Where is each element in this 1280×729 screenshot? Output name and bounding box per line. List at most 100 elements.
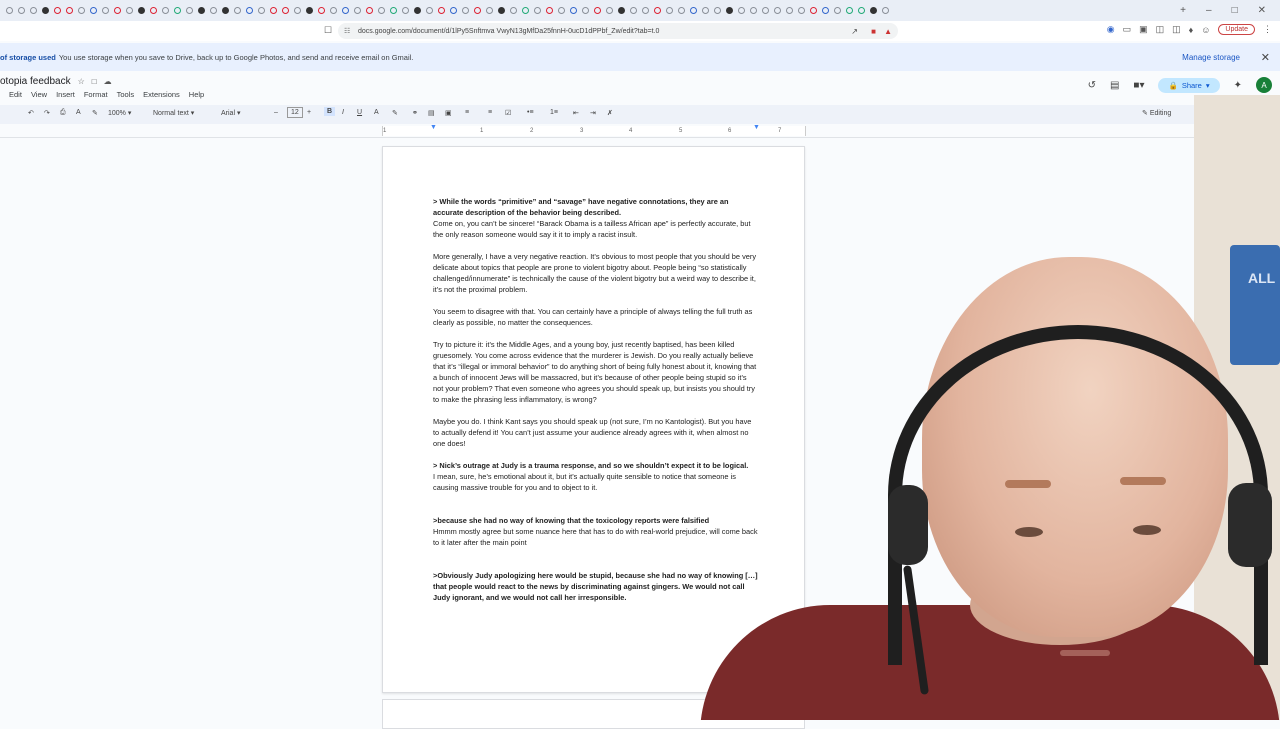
tab-icon[interactable]	[102, 7, 109, 14]
font-size-input[interactable]: 12	[287, 107, 303, 118]
tab-icon[interactable]	[222, 7, 229, 14]
tab-icon[interactable]	[762, 7, 769, 14]
tab-icon[interactable]	[114, 7, 121, 14]
highlight-icon[interactable]: ✎	[392, 109, 398, 117]
menu-help[interactable]: Help	[189, 90, 204, 99]
tab-icon[interactable]	[582, 7, 589, 14]
tab-icon[interactable]	[750, 7, 757, 14]
tab-icon[interactable]	[738, 7, 745, 14]
tab-icon[interactable]	[390, 7, 397, 14]
font-size-increase-icon[interactable]: +	[307, 109, 311, 116]
gemini-icon[interactable]: ✦	[1234, 80, 1242, 91]
tab-icon[interactable]	[30, 7, 37, 14]
style-select[interactable]: Normal text ▾	[153, 109, 194, 117]
menu-view[interactable]: View	[31, 90, 47, 99]
comment-icon[interactable]: ▤	[428, 109, 435, 117]
tab-icon[interactable]	[330, 7, 337, 14]
tab-icon[interactable]	[198, 7, 205, 14]
tab-icon[interactable]	[606, 7, 613, 14]
undo-icon[interactable]: ↶	[28, 109, 34, 117]
tab-icon[interactable]	[594, 7, 601, 14]
tab-icon[interactable]	[234, 7, 241, 14]
maximize-icon[interactable]: □	[1232, 5, 1238, 16]
history-icon[interactable]: ↺	[1088, 80, 1096, 91]
tab-icon[interactable]	[318, 7, 325, 14]
profile-icon[interactable]: ☺	[1201, 25, 1210, 35]
tab-icon[interactable]	[498, 7, 505, 14]
star-icon[interactable]: ☆	[78, 77, 85, 86]
increase-indent-icon[interactable]: ⇥	[590, 109, 596, 117]
tab-icon[interactable]	[282, 7, 289, 14]
tab-icon[interactable]	[642, 7, 649, 14]
tab-icon[interactable]	[654, 7, 661, 14]
extension-puzzle-icon[interactable]: ◉	[1107, 24, 1115, 35]
tab-icon[interactable]	[126, 7, 133, 14]
extensions-icon[interactable]: ♦	[1189, 25, 1194, 35]
cast-icon[interactable]: ▭	[1123, 24, 1132, 35]
tab-icon[interactable]	[150, 7, 157, 14]
line-spacing-icon[interactable]: ≡	[488, 109, 492, 116]
menu-icon[interactable]: ⋮	[1263, 24, 1272, 35]
tab-icon[interactable]	[6, 7, 13, 14]
tab-icon[interactable]	[486, 7, 493, 14]
avatar[interactable]: A	[1256, 77, 1272, 93]
tab-icon[interactable]	[438, 7, 445, 14]
tab-icon[interactable]	[294, 7, 301, 14]
tab-icon[interactable]	[414, 7, 421, 14]
chevron-down-icon[interactable]: ▾	[1206, 81, 1210, 90]
menu-insert[interactable]: Insert	[56, 90, 75, 99]
tab-icon[interactable]	[678, 7, 685, 14]
text-color-icon[interactable]: A	[374, 109, 379, 116]
tab-icon[interactable]	[786, 7, 793, 14]
tab-icon[interactable]	[450, 7, 457, 14]
underline-icon[interactable]: U	[357, 109, 362, 116]
bold-icon[interactable]: B	[324, 107, 336, 116]
redo-icon[interactable]: ↷	[44, 109, 50, 117]
italic-icon[interactable]: I	[342, 109, 344, 116]
tab-icon[interactable]	[558, 7, 565, 14]
alert-icon[interactable]: ▲	[884, 27, 892, 36]
tab-icon[interactable]	[774, 7, 781, 14]
comments-icon[interactable]: ▤	[1110, 80, 1119, 91]
tab-icon[interactable]	[702, 7, 709, 14]
tab-icon[interactable]	[42, 7, 49, 14]
bulleted-list-icon[interactable]: •≡	[527, 109, 534, 116]
share-button[interactable]: 🔒 Share ▾	[1158, 77, 1220, 93]
doc-title[interactable]: otopia feedback	[0, 76, 71, 87]
tab-icon[interactable]	[666, 7, 673, 14]
site-info-icon[interactable]: ☷	[344, 27, 350, 35]
cloud-saved-icon[interactable]: ☁	[104, 77, 112, 86]
manage-storage-link[interactable]: Manage storage	[1182, 53, 1240, 62]
tab-search-icon[interactable]: ◫	[1172, 24, 1181, 35]
tab-icon[interactable]	[306, 7, 313, 14]
tab-icon[interactable]	[174, 7, 181, 14]
extension-icon[interactable]: ■	[871, 27, 876, 36]
image-icon[interactable]: ▣	[445, 109, 452, 117]
tab-icon[interactable]	[270, 7, 277, 14]
tab-icon[interactable]	[618, 7, 625, 14]
menu-format[interactable]: Format	[84, 90, 108, 99]
tab-icon[interactable]	[882, 7, 889, 14]
tab-icon[interactable]	[534, 7, 541, 14]
tab-icon[interactable]	[870, 7, 877, 14]
spellcheck-icon[interactable]: A	[76, 109, 81, 116]
tab-icon[interactable]	[258, 7, 265, 14]
tab-icon[interactable]	[186, 7, 193, 14]
tab-icon[interactable]	[834, 7, 841, 14]
close-window-icon[interactable]: ✕	[1258, 5, 1266, 16]
tab-icon[interactable]	[138, 7, 145, 14]
sidebar-icon[interactable]: ◫	[1156, 24, 1165, 35]
minimize-icon[interactable]: –	[1206, 5, 1212, 16]
tab-icon[interactable]	[798, 7, 805, 14]
tab-icon[interactable]	[522, 7, 529, 14]
decrease-indent-icon[interactable]: ⇤	[573, 109, 579, 117]
update-button[interactable]: Update	[1218, 24, 1255, 35]
share-page-icon[interactable]: ↗	[851, 27, 858, 36]
tab-icon[interactable]	[714, 7, 721, 14]
tab-icon[interactable]	[822, 7, 829, 14]
tab-icon[interactable]	[726, 7, 733, 14]
tab-icon[interactable]	[18, 7, 25, 14]
clear-formatting-icon[interactable]: ✗	[607, 109, 613, 117]
menu-extensions[interactable]: Extensions	[143, 90, 180, 99]
indent-marker[interactable]: ▼	[430, 124, 437, 131]
